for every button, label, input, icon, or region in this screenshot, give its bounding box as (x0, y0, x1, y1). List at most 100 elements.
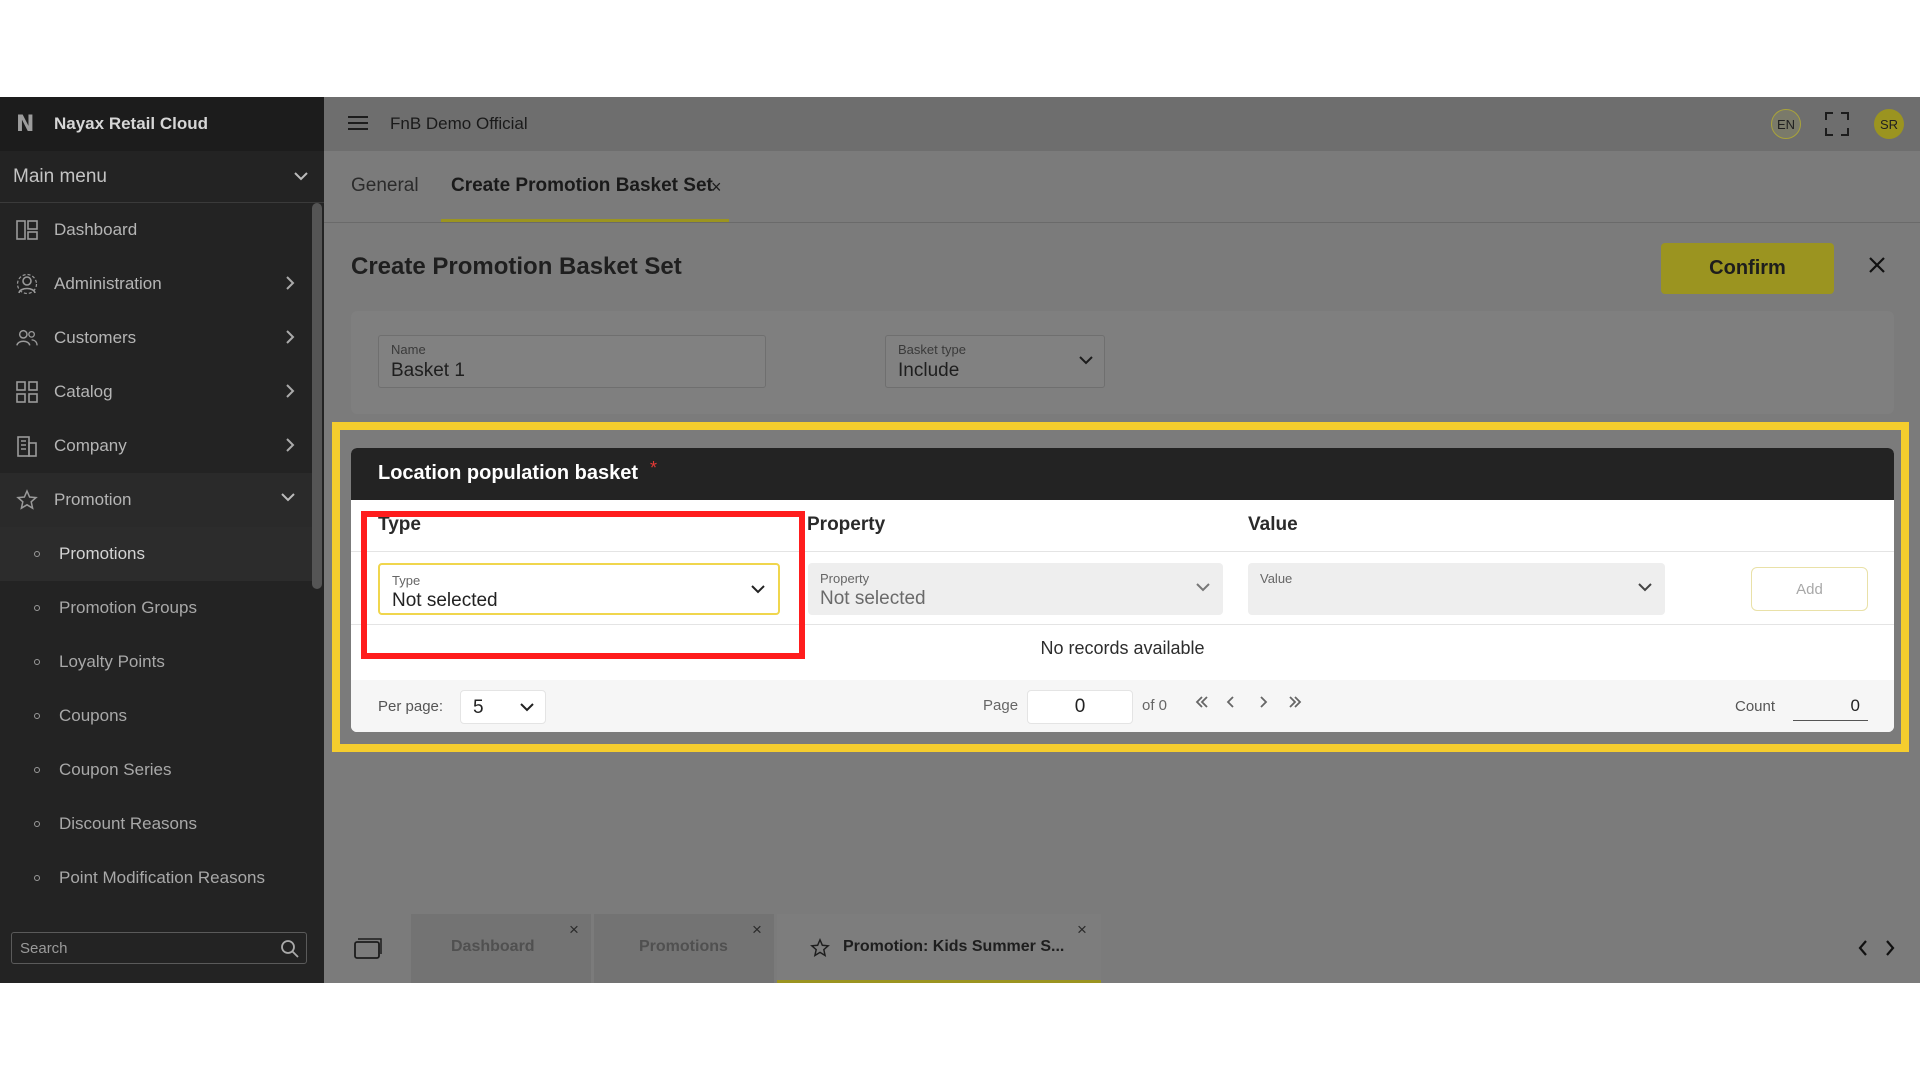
open-pages-bar: Dashboard × Promotions × Promotion: Kids… (324, 914, 1920, 983)
count-value: 0 (1793, 691, 1868, 721)
chevron-down-icon (1196, 583, 1210, 592)
sidebar-subitem-coupon-series[interactable]: Coupon Series (0, 743, 312, 797)
bottom-tab-label: Dashboard (451, 938, 535, 955)
sidebar: N Nayax Retail Cloud Main menu Dashboard… (0, 97, 324, 983)
windows-icon[interactable] (354, 938, 382, 960)
bullet-icon (34, 821, 40, 827)
panel-title: Location population basket (378, 462, 639, 484)
company-icon (16, 435, 38, 457)
next-page-icon[interactable] (1257, 694, 1269, 710)
basket-type-value: Include (898, 360, 960, 381)
sidebar-subitem-label: Point Modification Reasons (59, 868, 266, 887)
bullet-icon (34, 605, 40, 611)
close-icon[interactable]: × (752, 920, 762, 940)
chevron-right-icon[interactable] (1883, 938, 1897, 958)
language-selector[interactable]: EN (1771, 109, 1801, 139)
per-page-value: 5 (473, 697, 484, 718)
confirm-button[interactable]: Confirm (1661, 243, 1834, 294)
bullet-icon (34, 713, 40, 719)
page-number-input[interactable]: 0 (1027, 690, 1133, 724)
fullscreen-icon[interactable] (1824, 111, 1850, 137)
chevron-down-icon (1638, 583, 1652, 592)
page-total-label: of 0 (1142, 697, 1168, 714)
pagination-footer: Per page: 5 Page 0 of 0 Count 0 (351, 680, 1894, 732)
sidebar-item-promotion[interactable]: Promotion (0, 473, 312, 527)
sidebar-subitem-promotions[interactable]: Promotions (0, 527, 312, 581)
page-label: Page (983, 697, 1019, 714)
sidebar-subitem-promotion-groups[interactable]: Promotion Groups (0, 581, 312, 635)
sidebar-subitem-coupons[interactable]: Coupons (0, 689, 312, 743)
per-page-select[interactable]: 5 (460, 690, 546, 724)
sidebar-subitem-loyalty-points[interactable]: Loyalty Points (0, 635, 312, 689)
brand-header: N Nayax Retail Cloud (0, 97, 324, 151)
tab-general[interactable]: General (351, 175, 419, 197)
sidebar-subitem-label: Coupons (59, 706, 128, 725)
active-tab-indicator (441, 219, 729, 222)
bottom-tab-promotion-kids-summer[interactable]: Promotion: Kids Summer S... × (777, 914, 1101, 983)
sidebar-subitem-label: Loyalty Points (59, 652, 165, 671)
per-page-label: Per page: (378, 698, 444, 715)
sidebar-nav: Dashboard Administration Customers Catal… (0, 203, 312, 905)
sidebar-item-label: Company (54, 436, 127, 455)
bullet-icon (34, 659, 40, 665)
bullet-icon (34, 767, 40, 773)
main-menu-toggle[interactable]: Main menu (0, 151, 324, 203)
close-icon[interactable]: × (569, 920, 579, 940)
tab-create-promotion-basket-set[interactable]: Create Promotion Basket Set (451, 175, 713, 197)
search-placeholder: Search (20, 939, 68, 957)
property-select[interactable]: Property Not selected (808, 563, 1223, 615)
close-icon[interactable]: × (1077, 920, 1087, 940)
bullet-icon (34, 551, 40, 557)
sidebar-scrollbar[interactable] (312, 203, 322, 589)
sidebar-item-customers[interactable]: Customers (0, 311, 312, 365)
bullet-icon (34, 875, 40, 881)
bottom-tab-dashboard[interactable]: Dashboard × (411, 914, 591, 983)
sidebar-item-label: Administration (54, 274, 162, 293)
sidebar-item-label: Dashboard (54, 220, 138, 239)
sidebar-item-label: Customers (54, 328, 137, 347)
sidebar-item-administration[interactable]: Administration (0, 257, 312, 311)
value-select-label: Value (1260, 571, 1293, 586)
close-icon[interactable] (1867, 255, 1887, 275)
sidebar-search-input[interactable]: Search (11, 932, 307, 964)
organization-title: FnB Demo Official (390, 114, 528, 133)
type-highlight-box (361, 511, 805, 659)
property-select-value: Not selected (820, 588, 926, 609)
property-select-label: Property (820, 571, 870, 586)
customers-icon (16, 327, 38, 349)
name-field[interactable]: Name Basket 1 (378, 335, 766, 388)
bottom-tab-promotions[interactable]: Promotions × (594, 914, 774, 983)
basket-set-form: Name Basket 1 Basket type Include (351, 311, 1894, 414)
chevron-right-icon (286, 384, 295, 398)
hamburger-menu-icon[interactable] (348, 115, 368, 131)
add-button[interactable]: Add (1751, 567, 1868, 611)
sidebar-item-label: Promotion (54, 490, 132, 509)
previous-page-icon[interactable] (1225, 694, 1237, 710)
chevron-left-icon[interactable] (1856, 938, 1870, 958)
chevron-right-icon (286, 276, 295, 290)
tab-close-icon[interactable]: × (711, 177, 722, 198)
star-icon (16, 489, 38, 511)
sidebar-item-company[interactable]: Company (0, 419, 312, 473)
main-menu-label: Main menu (13, 165, 107, 187)
chevron-down-icon (294, 172, 308, 181)
sidebar-subitem-label: Discount Reasons (59, 814, 197, 833)
first-page-icon[interactable] (1194, 694, 1210, 710)
sidebar-subitem-discount-reasons[interactable]: Discount Reasons (0, 797, 312, 851)
required-marker: * (650, 458, 658, 478)
count-label: Count (1735, 698, 1776, 715)
basket-type-select[interactable]: Basket type Include (885, 335, 1105, 388)
page-tabs: General Create Promotion Basket Set × (324, 151, 1920, 223)
chevron-right-icon (286, 330, 295, 344)
column-header-value: Value (1248, 514, 1298, 535)
sidebar-item-catalog[interactable]: Catalog (0, 365, 312, 419)
page-title: Create Promotion Basket Set (351, 253, 682, 280)
search-icon[interactable] (280, 939, 300, 959)
app-window: N Nayax Retail Cloud Main menu Dashboard… (0, 97, 1920, 983)
sidebar-subitem-point-modification-reasons[interactable]: Point Modification Reasons (0, 851, 312, 905)
last-page-icon[interactable] (1287, 694, 1303, 710)
value-select[interactable]: Value (1248, 563, 1665, 615)
user-avatar[interactable]: SR (1874, 109, 1904, 139)
sidebar-subitem-label: Coupon Series (59, 760, 172, 779)
sidebar-item-dashboard[interactable]: Dashboard (0, 203, 312, 257)
